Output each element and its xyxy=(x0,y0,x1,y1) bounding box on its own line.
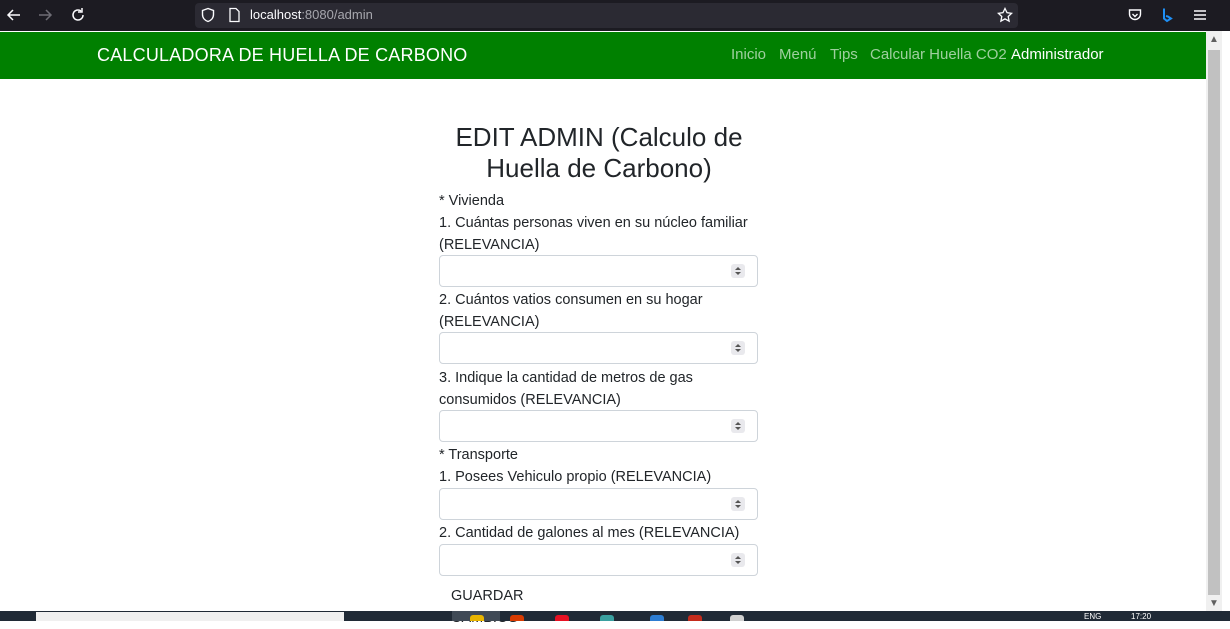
back-icon[interactable] xyxy=(3,4,25,26)
question-1-input[interactable] xyxy=(439,255,758,287)
explorer-icon[interactable] xyxy=(470,615,484,621)
page-title-line2: Huella de Carbono) xyxy=(486,153,712,183)
app-icon[interactable] xyxy=(510,615,524,621)
question-3-label: 3. Indique la cantidad de metros de gas … xyxy=(439,370,693,408)
nav-link-administrador[interactable]: Administrador xyxy=(1011,46,1104,63)
number-spinner-icon[interactable] xyxy=(731,553,745,567)
app-icon[interactable] xyxy=(730,615,744,621)
taskbar-clock[interactable]: 17:20 xyxy=(1131,612,1151,621)
save-changes-button[interactable]: GUARDAR CAMBIOS xyxy=(439,585,594,626)
page-icon xyxy=(223,4,245,26)
app-icon[interactable] xyxy=(650,615,664,621)
page-title: EDIT ADMIN (Calculo de Huella de Carbono… xyxy=(439,122,759,184)
number-spinner-icon[interactable] xyxy=(731,341,745,355)
transport-2-label: 2. Cantidad de galones al mes (RELEVANCI… xyxy=(439,525,740,541)
transport-1-label: 1. Posees Vehiculo propio (RELEVANCIA) xyxy=(439,469,712,485)
number-spinner-icon[interactable] xyxy=(731,419,745,433)
question-1-label: 1. Cuántas personas viven en su núcleo f… xyxy=(439,215,748,253)
bookmark-star-icon[interactable] xyxy=(994,4,1016,26)
section-vivienda: * Vivienda xyxy=(439,193,505,209)
number-spinner-icon[interactable] xyxy=(731,497,745,511)
taskbar-language[interactable]: ENG xyxy=(1084,612,1101,621)
url-host: localhost xyxy=(250,7,302,22)
nav-link-tips[interactable]: Tips xyxy=(830,46,858,63)
url-path: :8080/admin xyxy=(301,7,373,22)
transport-1-input[interactable] xyxy=(439,488,758,520)
shield-icon[interactable] xyxy=(197,4,219,26)
app-icon[interactable] xyxy=(555,615,569,621)
question-2-label: 2. Cuántos vatios consumen en su hogar (… xyxy=(439,292,703,330)
scroll-up-icon[interactable]: ▲ xyxy=(1207,33,1221,47)
url-text[interactable]: localhost:8080/admin xyxy=(250,7,373,22)
question-2-input[interactable] xyxy=(439,332,758,364)
pocket-icon[interactable] xyxy=(1124,4,1146,26)
transport-2-input[interactable] xyxy=(439,544,758,576)
nav-link-menu[interactable]: Menú xyxy=(779,46,817,63)
navbar-brand[interactable]: CALCULADORA DE HUELLA DE CARBONO xyxy=(97,45,468,66)
page-title-line1: EDIT ADMIN (Calculo de xyxy=(455,122,743,152)
question-3-input[interactable] xyxy=(439,410,758,442)
nav-link-calcular[interactable]: Calcular Huella CO2 xyxy=(870,46,1007,63)
scrollbar-thumb[interactable] xyxy=(1208,50,1220,595)
menu-icon[interactable] xyxy=(1189,4,1211,26)
number-spinner-icon[interactable] xyxy=(731,264,745,278)
scroll-down-icon[interactable]: ▼ xyxy=(1207,597,1221,611)
nav-link-inicio[interactable]: Inicio xyxy=(731,46,766,63)
app-icon[interactable] xyxy=(600,615,614,621)
section-transporte: * Transporte xyxy=(439,447,518,463)
forward-icon[interactable] xyxy=(34,4,56,26)
app-icon[interactable] xyxy=(688,615,702,621)
bing-icon[interactable] xyxy=(1156,4,1178,26)
taskbar-search-box[interactable] xyxy=(36,612,344,621)
reload-icon[interactable] xyxy=(67,4,89,26)
